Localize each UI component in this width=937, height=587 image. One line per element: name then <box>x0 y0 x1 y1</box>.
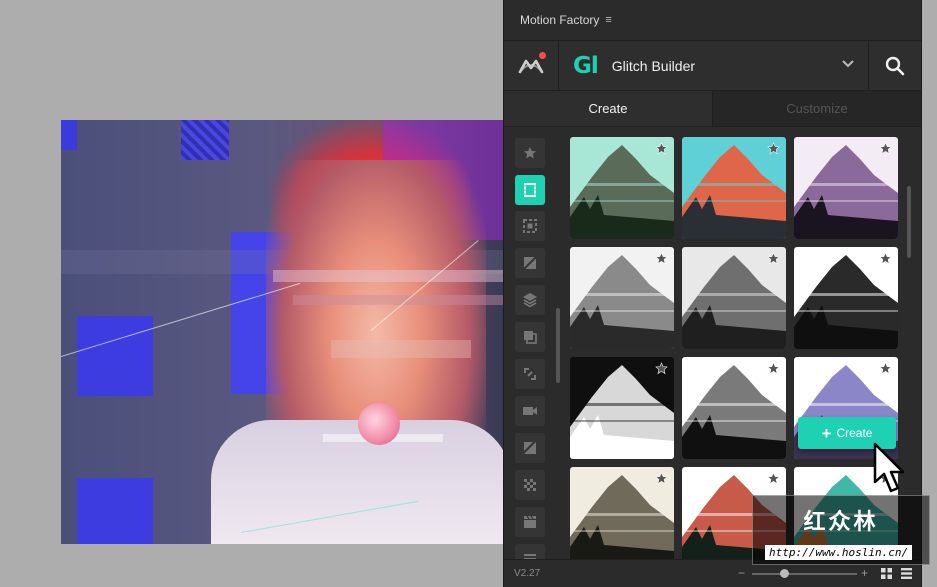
sidebar-scrollbar[interactable] <box>556 308 560 383</box>
watermark-title: 红众林 <box>803 509 879 534</box>
mouse-cursor-icon <box>873 442 905 493</box>
focus-icon <box>523 219 537 233</box>
preset-thumbnail[interactable] <box>794 247 898 349</box>
favorite-star-icon[interactable] <box>655 252 668 265</box>
layers-icon <box>523 293 537 308</box>
panel-titlebar: Motion Factory ≡ <box>504 0 921 41</box>
slider-knob[interactable] <box>780 569 789 578</box>
slash-icon <box>524 442 536 454</box>
preset-thumbnail[interactable] <box>682 137 786 239</box>
sidebar-item-clapper[interactable] <box>515 507 545 537</box>
video-icon <box>523 407 537 415</box>
star-icon <box>524 147 536 159</box>
tab-create[interactable]: Create <box>504 91 713 126</box>
sidebar-item-video[interactable] <box>515 396 545 426</box>
sidebar-item-film[interactable] <box>515 175 545 205</box>
list-view-icon[interactable] <box>901 568 912 579</box>
favorite-star-icon[interactable] <box>767 142 780 155</box>
favorite-star-icon[interactable] <box>767 252 780 265</box>
category-sidebar <box>504 128 560 574</box>
favorite-star-icon[interactable] <box>767 472 780 485</box>
favorite-star-icon[interactable] <box>767 362 780 375</box>
thumbnail-size-slider[interactable] <box>752 573 857 575</box>
sidebar-item-checker[interactable] <box>515 470 545 500</box>
search-icon <box>885 56 905 75</box>
version-label: V2.27 <box>514 568 541 579</box>
favorite-star-icon[interactable] <box>655 142 668 155</box>
mode-tabs: Create Customize <box>504 91 921 127</box>
create-button-label: Create <box>836 426 873 440</box>
preset-thumbnail[interactable] <box>570 357 674 459</box>
tab-customize[interactable]: Customize <box>713 91 921 126</box>
duplicate-icon <box>524 331 537 344</box>
preset-thumbnail[interactable] <box>794 137 898 239</box>
diagonal-icon <box>523 256 537 270</box>
sidebar-item-layers[interactable] <box>515 285 545 315</box>
preset-thumbnail[interactable] <box>682 357 786 459</box>
zoom-out-button[interactable]: − <box>738 566 745 580</box>
favorite-star-icon[interactable] <box>655 362 668 375</box>
glitch-preview-image <box>61 120 503 544</box>
favorite-star-icon[interactable] <box>879 142 892 155</box>
plus-icon: + <box>821 423 832 443</box>
preset-thumbnail[interactable] <box>570 247 674 349</box>
film-icon <box>524 183 536 197</box>
site-watermark: 红众林 http://www.hoslin.cn/ <box>752 495 930 565</box>
preset-thumbnail[interactable] <box>570 137 674 239</box>
favorite-star-icon[interactable] <box>879 362 892 375</box>
checker-icon <box>524 479 536 491</box>
product-selector-dropdown[interactable]: Gl Glitch Builder <box>559 41 869 90</box>
sidebar-item-focus[interactable] <box>515 211 545 241</box>
zoom-in-button[interactable]: + <box>861 566 868 580</box>
preset-thumbnail[interactable] <box>682 247 786 349</box>
motion-factory-logo-button[interactable] <box>504 41 559 90</box>
window-title: Motion Factory <box>520 13 600 27</box>
glitch-builder-logo: Gl <box>573 52 599 79</box>
panel-header: Gl Glitch Builder <box>504 41 921 91</box>
sidebar-item-duplicate[interactable] <box>515 322 545 352</box>
menu-icon[interactable]: ≡ <box>605 14 611 26</box>
grid-view-icon[interactable] <box>881 568 892 579</box>
preset-thumbnail[interactable] <box>570 467 674 569</box>
clapper-icon <box>524 515 536 528</box>
notification-dot <box>539 52 546 59</box>
transform-icon <box>524 368 536 380</box>
sidebar-item-slash[interactable] <box>515 433 545 463</box>
chevron-down-icon <box>842 60 854 68</box>
sidebar-item-transform[interactable] <box>515 359 545 389</box>
favorite-star-icon[interactable] <box>655 472 668 485</box>
sidebar-item-favorites[interactable] <box>515 138 545 168</box>
product-name: Glitch Builder <box>611 57 696 74</box>
watermark-url: http://www.hoslin.cn/ <box>765 545 913 560</box>
sidebar-item-diagonal[interactable] <box>515 248 545 278</box>
preset-scrollbar[interactable] <box>907 186 911 258</box>
search-button[interactable] <box>869 41 921 90</box>
favorite-star-icon[interactable] <box>879 252 892 265</box>
